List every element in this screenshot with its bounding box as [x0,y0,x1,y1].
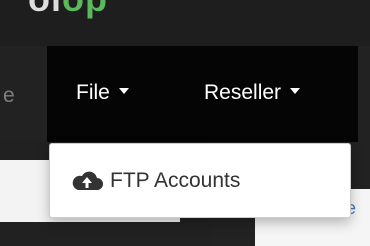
logo[interactable]: olop [28,0,108,20]
nav-item-truncated[interactable]: e [3,84,15,108]
menu-item-label: FTP Accounts [110,169,241,192]
nav-file-menu[interactable]: File [76,81,129,105]
logo-strip: olop [0,0,370,46]
file-dropdown-menu: FTP Accounts [49,143,351,218]
nav-file-label: File [76,81,110,104]
nav-reseller-menu[interactable]: Reseller [204,81,301,105]
caret-down-icon [118,88,129,95]
menu-item-ftp-accounts[interactable]: FTP Accounts [70,167,240,195]
nav-reseller-label: Reseller [204,81,282,104]
cloud-upload-icon [72,171,103,190]
caret-down-icon [290,88,301,95]
